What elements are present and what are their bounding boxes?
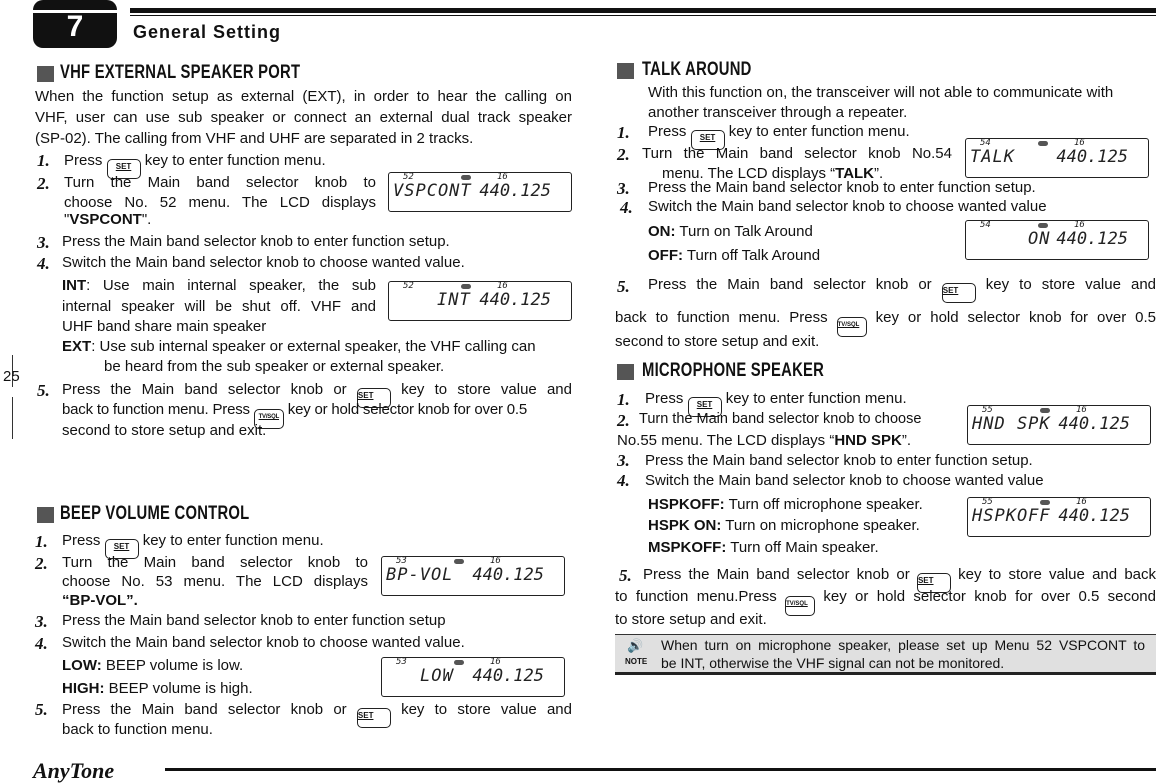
footer-rule	[165, 768, 1156, 771]
talk-intro-line: another transceiver through a repeater.	[648, 104, 908, 121]
page-title: General Setting	[133, 22, 282, 42]
step-number: 3.	[37, 233, 50, 252]
step-number: 3.	[617, 179, 630, 198]
lcd-display: 54 16 TALK 440.125	[965, 138, 1149, 178]
lcd-display: 53 16 BP-VOL 440.125	[381, 556, 565, 596]
step-number: 3.	[35, 612, 48, 631]
step-number: 1.	[35, 532, 48, 551]
section-marker-icon	[617, 63, 634, 79]
divider	[12, 397, 13, 439]
section-marker-icon	[37, 507, 54, 523]
option-int: internal speaker will be shut off. VHF a…	[62, 298, 376, 315]
tvsql-key-icon: TV/SQL	[785, 596, 816, 616]
step-number: 1.	[617, 123, 630, 142]
step-number: 5.	[619, 566, 632, 585]
vhf-intro-line: VHF, user can use sub speaker or connect…	[35, 109, 572, 126]
step-number: 1.	[617, 390, 630, 409]
header-rule	[130, 8, 1156, 13]
set-key-icon: SET	[941, 283, 976, 303]
lcd-display: 55 16 HND SPK 440.125	[967, 405, 1151, 445]
option-hspkoff: HSPKOFF: Turn off microphone speaker.	[648, 496, 923, 513]
mic-step-2: Turn the Main band selector knob to choo…	[639, 411, 922, 427]
lcd-display: 53 16 LOW 440.125	[381, 657, 565, 697]
option-hspkon: HSPK ON: Turn on microphone speaker.	[648, 517, 920, 534]
vhf-step-5: second to store setup and exit.	[62, 422, 267, 439]
beep-step-2: Turn the Main band selector knob to	[62, 554, 368, 571]
mic-step-5: to store setup and exit.	[615, 611, 767, 628]
talk-intro-line: With this function on, the transceiver w…	[648, 84, 1114, 101]
option-int: INT: Use main internal speaker, the sub	[62, 277, 376, 294]
section-marker-icon	[617, 364, 634, 380]
talk-step-2: Turn the Main band selector knob No.54	[642, 145, 952, 162]
vhf-step-3: Press the Main band selector knob to ent…	[62, 233, 450, 250]
option-ext: EXT: Use sub internal speaker or externa…	[62, 338, 536, 355]
beep-step-4: Switch the Main band selector knob to ch…	[62, 634, 465, 651]
option-mspkoff: MSPKOFF: Turn off Main speaker.	[648, 539, 879, 556]
step-number: 3.	[617, 451, 630, 470]
step-number: 4.	[37, 254, 50, 273]
chapter-tab: 7	[33, 0, 117, 48]
lcd-display: 52 16 VSPCONT 440.125	[388, 172, 572, 212]
section-heading-beep: BEEP VOLUME CONTROL	[60, 503, 250, 524]
beep-step-2: choose No. 53 menu. The LCD displays	[62, 573, 368, 590]
note-label: NOTE	[625, 657, 648, 666]
anytone-logo: AnyTone	[33, 758, 115, 783]
vhf-intro-line: (SP-02). The calling from VHF and UHF ar…	[35, 130, 474, 147]
beep-step-5: back to function menu.	[62, 721, 213, 738]
step-number: 4.	[35, 634, 48, 653]
talk-step-3: Press the Main band selector knob to ent…	[648, 179, 1036, 196]
option-low: LOW: BEEP volume is low.	[62, 657, 244, 674]
step-number: 5.	[617, 277, 630, 296]
beep-step-2: “BP-VOL”.	[62, 592, 138, 609]
step-number: 2.	[35, 554, 48, 573]
section-marker-icon	[37, 66, 54, 82]
section-heading-mic: MICROPHONE SPEAKER	[642, 360, 825, 381]
tvsql-key-icon: TV/SQL	[836, 317, 867, 337]
chapter-number: 7	[66, 10, 84, 43]
speaker-icon: 🔊	[627, 638, 644, 653]
step-number: 2.	[37, 174, 50, 193]
option-ext: be heard from the sub speaker or externa…	[104, 358, 445, 375]
page-number: 25	[3, 368, 20, 385]
option-on: ON: Turn on Talk Around	[648, 223, 813, 240]
section-heading-talk: TALK AROUND	[642, 59, 752, 80]
lcd-display: 55 16 HSPKOFF 440.125	[967, 497, 1151, 537]
mic-step-3: Press the Main band selector knob to ent…	[645, 452, 1033, 469]
lcd-display: 54 16 ON 440.125	[965, 220, 1149, 260]
option-high: HIGH: BEEP volume is high.	[62, 680, 253, 697]
step-number: 1.	[37, 151, 50, 170]
step-number: 2.	[617, 145, 630, 164]
vhf-step-2: "VSPCONT".	[64, 211, 152, 228]
note-box: 🔊 NOTE When turn on microphone speaker, …	[615, 634, 1156, 675]
mic-step-2: No.55 menu. The LCD displays “HND SPK”.	[617, 432, 912, 449]
beep-step-3: Press the Main band selector knob to ent…	[62, 612, 446, 629]
set-key-icon: SET	[356, 708, 391, 728]
step-number: 4.	[617, 471, 630, 490]
talk-step-5: Press the Main band selector knob or SET…	[648, 274, 1156, 303]
note-text: When turn on microphone speaker, please …	[661, 637, 1145, 653]
note-text: be INT, otherwise the VHF signal can not…	[661, 655, 1005, 671]
lcd-display: 52 16 INT 440.125	[388, 281, 572, 321]
step-number: 5.	[37, 381, 50, 400]
section-heading-vhf: VHF EXTERNAL SPEAKER PORT	[60, 62, 301, 83]
header-rule-thin	[130, 15, 1156, 16]
vhf-step-2: Turn the Main band selector knob to	[64, 174, 376, 191]
step-number: 2.	[617, 411, 630, 430]
option-int: UHF band share main speaker	[62, 318, 267, 335]
option-off: OFF: Turn off Talk Around	[648, 247, 821, 264]
mic-step-4: Switch the Main band selector knob to ch…	[645, 472, 1044, 489]
step-number: 5.	[35, 700, 48, 719]
talk-step-5: second to store setup and exit.	[615, 333, 820, 350]
vhf-intro-line: When the function setup as external (EXT…	[35, 88, 572, 105]
step-number: 4.	[620, 198, 633, 217]
vhf-step-4: Switch the Main band selector knob to ch…	[62, 254, 465, 271]
talk-step-4: Switch the Main band selector knob to ch…	[648, 198, 1047, 215]
